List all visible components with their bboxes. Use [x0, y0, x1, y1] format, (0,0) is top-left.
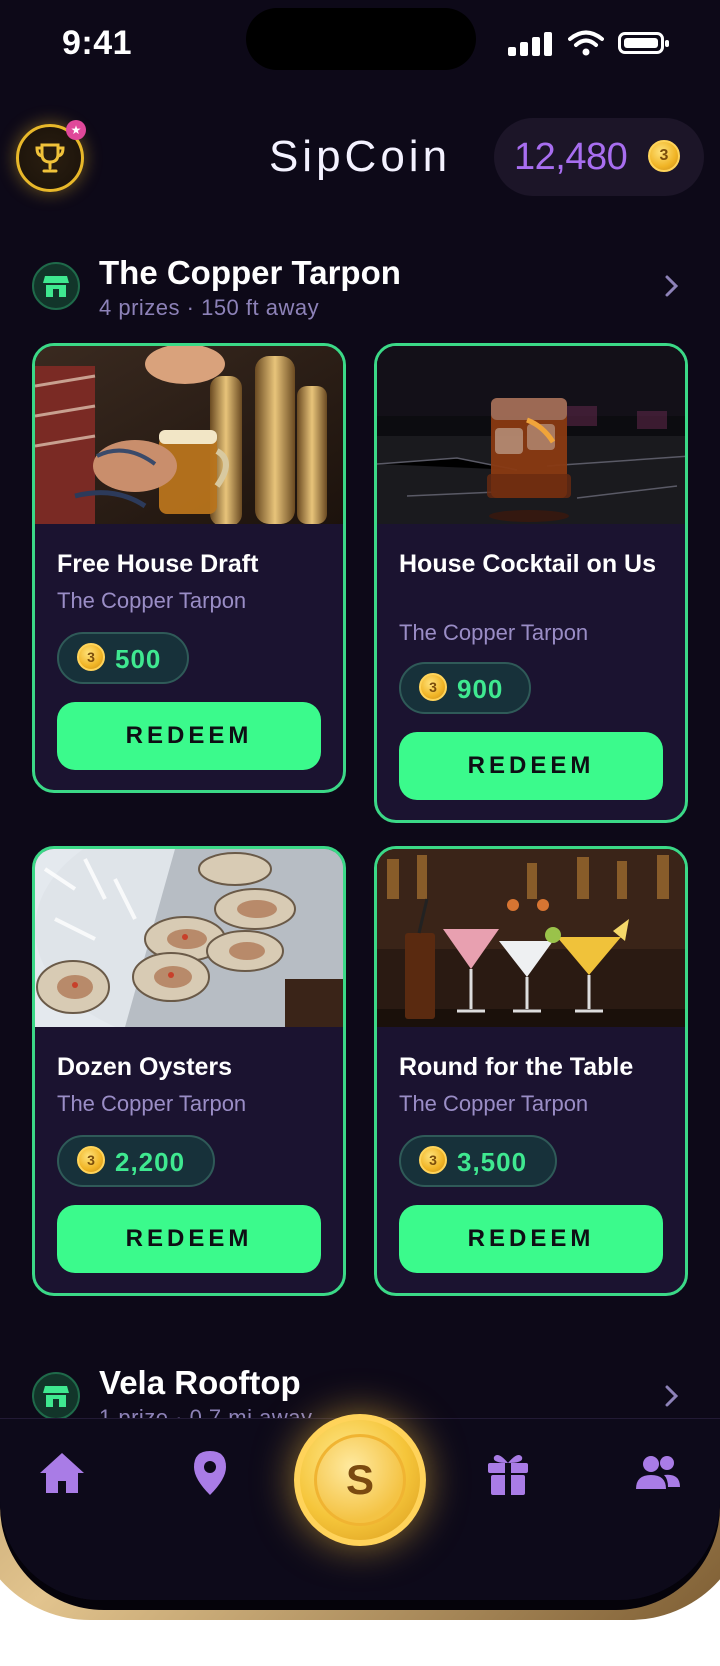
nav-map[interactable]	[186, 1449, 234, 1497]
prize-title: House Cocktail on Us	[399, 550, 656, 578]
prize-price: 3 3,500	[399, 1135, 557, 1187]
storefront-icon	[32, 1372, 80, 1420]
chevron-right-icon[interactable]	[662, 274, 682, 298]
prize-title: Round for the Table	[399, 1053, 634, 1081]
prize-title: Dozen Oysters	[57, 1053, 233, 1081]
nav-home[interactable]	[38, 1449, 86, 1497]
status-time: 9:41	[62, 24, 133, 62]
home-icon	[40, 1453, 84, 1493]
venue-name[interactable]: Vela Rooftop	[99, 1364, 301, 1402]
price-value: 500	[115, 644, 162, 674]
gift-icon	[488, 1455, 528, 1495]
price-value: 900	[457, 674, 504, 704]
prize-card[interactable]: Free House Draft The Copper Tarpon 3 500…	[32, 343, 346, 793]
mint-label: S	[345, 1456, 374, 1503]
prize-image-cocktails-round	[377, 849, 685, 1027]
prize-price: 3 2,200	[57, 1135, 215, 1187]
coin-icon: 3	[77, 643, 105, 671]
mint-coin-button[interactable]: S	[294, 1414, 426, 1546]
prize-price: 3 500	[57, 632, 189, 684]
dynamic-island	[246, 8, 476, 70]
prize-image-oysters	[35, 849, 343, 1027]
coin-balance[interactable]: 12,480 3	[494, 118, 704, 196]
prize-card[interactable]: House Cocktail on Us The Copper Tarpon 3…	[374, 343, 688, 823]
redeem-button[interactable]: REDEEM	[57, 1205, 321, 1273]
coin-icon: S	[314, 1434, 406, 1526]
nav-gifts[interactable]	[484, 1449, 532, 1497]
app-title: SipCoin	[268, 132, 452, 181]
price-value: 3,500	[457, 1147, 528, 1177]
prize-image-beer	[35, 346, 343, 524]
chevron-right-icon[interactable]	[662, 1384, 682, 1408]
status-bar: 9:41	[0, 0, 720, 90]
redeem-button[interactable]: REDEEM	[57, 702, 321, 770]
prize-image-cocktail	[377, 346, 685, 524]
wifi-icon	[568, 30, 604, 56]
prize-title: Free House Draft	[57, 550, 259, 578]
prize-venue: The Copper Tarpon	[57, 588, 247, 613]
venue-name[interactable]: The Copper Tarpon	[99, 254, 401, 292]
prize-card[interactable]: Dozen Oysters The Copper Tarpon 3 2,200 …	[32, 846, 346, 1296]
nav-friends[interactable]	[634, 1449, 682, 1497]
map-pin-icon	[194, 1451, 226, 1495]
friends-icon	[636, 1456, 680, 1489]
coin-icon: 3	[77, 1146, 105, 1174]
prize-card[interactable]: Round for the Table The Copper Tarpon 3 …	[374, 846, 688, 1296]
coin-icon: 3	[419, 1146, 447, 1174]
venue-subtitle: 4 prizes · 150 ft away	[99, 295, 320, 320]
coin-icon: 3	[419, 673, 447, 701]
prize-price: 3 900	[399, 662, 531, 714]
prize-venue: The Copper Tarpon	[399, 620, 589, 645]
battery-icon	[618, 32, 669, 54]
signal-icon	[508, 32, 552, 56]
notification-star-icon: ★	[66, 120, 86, 140]
storefront-icon	[32, 262, 80, 310]
prize-venue: The Copper Tarpon	[399, 1091, 589, 1116]
redeem-button[interactable]: REDEEM	[399, 732, 663, 800]
balance-value: 12,480	[514, 136, 628, 178]
trophy-icon	[35, 143, 65, 173]
redeem-button[interactable]: REDEEM	[399, 1205, 663, 1273]
app-content: 9:41 ★ SipCoin 12,480 3 The Copper Tarpo…	[0, 0, 720, 1600]
prize-venue: The Copper Tarpon	[57, 1091, 247, 1116]
coin-icon: 3	[648, 140, 680, 172]
price-value: 2,200	[115, 1147, 186, 1177]
